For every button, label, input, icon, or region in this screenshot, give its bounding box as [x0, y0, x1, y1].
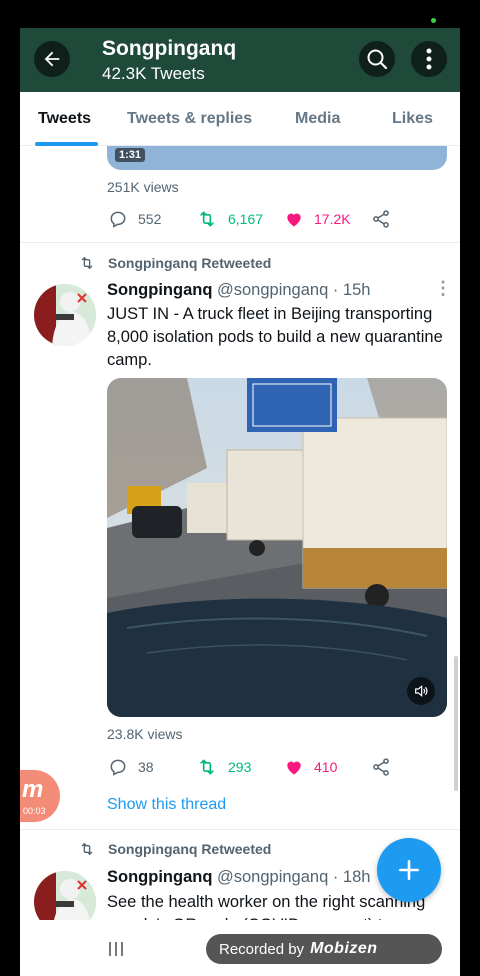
recorder-logo-letter: m [22, 776, 44, 803]
retweet-icon [81, 257, 93, 269]
tweet-divider [20, 829, 460, 830]
profile-name: Songpinganq [102, 37, 237, 60]
tweet-video[interactable] [107, 378, 447, 717]
search-icon [367, 49, 388, 70]
recorder-badge[interactable]: m 00:03 [20, 770, 60, 822]
author-name[interactable]: Songpinganq [107, 281, 212, 299]
like-button[interactable]: 410 [284, 757, 337, 777]
like-button[interactable]: 17.2K [284, 209, 351, 229]
retweeted-label: Songpinganq Retweeted [108, 841, 272, 857]
tweet-options-button[interactable]: ⋮ [434, 278, 452, 299]
compose-plus-icon [399, 860, 419, 880]
retweet-button[interactable]: 293 [196, 757, 251, 777]
retweeted-label: Songpinganq Retweeted [108, 255, 272, 271]
author-name[interactable]: Songpinganq [107, 868, 212, 886]
app-screen: Songpinganq 42.3K Tweets Tweets Tweets &… [20, 28, 460, 976]
reply-button[interactable]: 38 [108, 757, 154, 777]
retweet-button[interactable]: 6,167 [196, 209, 263, 229]
scrollbar[interactable] [454, 656, 458, 791]
tab-tweets[interactable]: Tweets [38, 110, 91, 128]
share-button[interactable] [371, 209, 401, 229]
recent-apps-button[interactable] [108, 940, 124, 963]
retweet-icon [81, 843, 93, 855]
retweet-icon [200, 759, 214, 775]
heart-icon [287, 761, 301, 775]
author-handle: @songpinganq · 15h [217, 281, 371, 299]
share-icon [373, 758, 389, 776]
tab-media[interactable]: Media [295, 110, 340, 128]
back-button[interactable] [34, 41, 70, 77]
sound-icon [415, 685, 428, 697]
heart-icon [287, 213, 301, 227]
retweeted-indicator: Songpinganq Retweeted [78, 255, 271, 271]
reply-count: 552 [138, 211, 162, 227]
recorded-by-label: Recorded by [219, 940, 305, 958]
tweet-count: 42.3K Tweets [102, 64, 205, 83]
video-duration: 1:31 [115, 148, 146, 162]
back-arrow-icon [44, 51, 60, 67]
avatar[interactable] [34, 284, 96, 346]
tab-tweets-replies[interactable]: Tweets & replies [127, 110, 252, 128]
active-tab-indicator [35, 142, 98, 146]
show-thread-link[interactable]: Show this thread [107, 796, 226, 814]
reply-button[interactable]: 552 [108, 209, 161, 229]
video-frame [107, 378, 447, 717]
search-button[interactable] [359, 41, 395, 77]
more-vertical-icon [426, 48, 432, 70]
retweeted-indicator: Songpinganq Retweeted [78, 841, 271, 857]
recent-apps-icon [109, 942, 123, 956]
tweet-header: Songpinganq @songpinganq · 15h [107, 281, 370, 300]
reply-icon [110, 759, 126, 776]
recording-overlay[interactable]: Recorded by Mobizen [206, 934, 442, 964]
recording-timer: 00:03 [23, 806, 46, 816]
retweet-icon [200, 211, 214, 227]
like-count: 410 [314, 759, 338, 775]
status-bar [0, 0, 480, 28]
system-navigation-bar: Recorded by Mobizen [20, 920, 460, 976]
retweet-count: 293 [228, 759, 252, 775]
author-handle: @songpinganq · 18h [217, 868, 371, 886]
mobizen-logo: Mobizen [310, 940, 378, 957]
more-options-button[interactable] [411, 41, 447, 77]
view-count: 23.8K views [107, 726, 183, 742]
notification-dot [431, 18, 436, 23]
tweet-divider [20, 242, 460, 243]
tweet-header: Songpinganq @songpinganq · 18h [107, 868, 370, 887]
previous-tweet-video[interactable]: 1:31 [107, 146, 447, 170]
reply-icon [110, 211, 126, 228]
mute-toggle-button[interactable] [407, 677, 435, 705]
tweet-text: JUST IN - A truck fleet in Beijing trans… [107, 305, 443, 369]
compose-tweet-button[interactable] [377, 838, 441, 902]
retweet-count: 6,167 [228, 211, 264, 227]
profile-header: Songpinganq 42.3K Tweets [20, 28, 460, 92]
share-icon [373, 210, 389, 228]
view-count: 251K views [107, 179, 179, 195]
share-button[interactable] [371, 757, 401, 777]
like-count: 17.2K [314, 211, 351, 227]
profile-tabs: Tweets Tweets & replies Media Likes [20, 92, 460, 146]
reply-count: 38 [138, 759, 154, 775]
tab-likes[interactable]: Likes [392, 110, 433, 128]
